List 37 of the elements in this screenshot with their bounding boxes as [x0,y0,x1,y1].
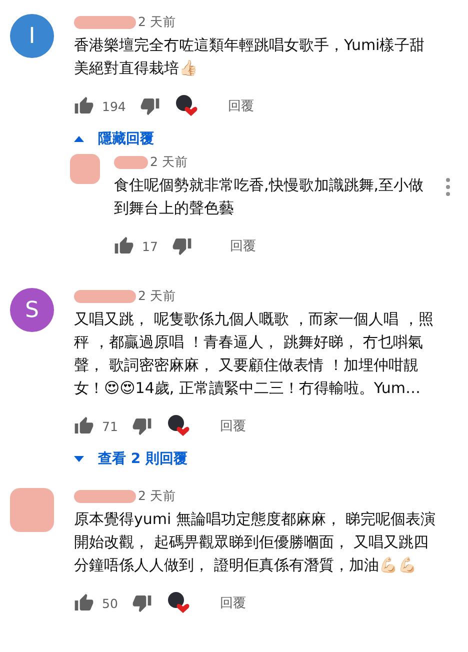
thumbs-down-icon[interactable] [132,416,152,436]
avatar[interactable]: I [10,14,54,58]
caret-icon [74,456,84,462]
like-count: 50 [102,596,118,610]
timestamp: 2 天前 [150,154,188,170]
reply-button[interactable]: 回覆 [220,594,246,612]
thumbs-up-icon[interactable] [114,236,134,256]
replies-toggle[interactable]: 查看 2 則回覆 [74,450,192,468]
more-options-icon[interactable] [446,178,450,196]
like-count: 71 [102,418,118,434]
redacted-avatar [10,488,54,532]
thumbs-up-icon[interactable] [74,593,94,613]
redacted-username [74,16,136,28]
reply-button[interactable]: 回覆 [220,417,246,435]
comment-text: 原本覺得yumi 無論唱功定態度都麻麻， 睇完呢個表演開始改觀， 起碼畀觀眾睇到佢優勝嗰面， 又唱又跳四分鐘唔係人人做到， 證明佢真係有潛質，加油💪🏻💪🏻 [74,509,436,576]
thumbs-down-icon[interactable] [172,236,192,256]
like-count: 17 [142,238,158,254]
reply-text: 食住呢個勢就非常吃香,快慢歌加識跳舞,至小做到舞台上的聲色藝 [114,175,425,219]
timestamp: 2 天前 [138,14,176,30]
replies-toggle[interactable]: 隱藏回覆 [74,130,158,148]
comment-text: 香港樂壇完全冇咗這類年輕跳唱女歌手，Yumi樣子甜美絕對直得栽培👍🏻 [74,35,426,79]
avatar[interactable]: S [10,288,54,332]
thumbs-down-icon[interactable] [132,593,152,613]
redacted-username [74,290,136,302]
comment-text: 又唱又跳， 呢隻歌係九個人嘅歌 ，而家一個人唱 ，照秤 ，都贏過原唱 ！青春逼人， 跳舞好睇， 冇乜唞氣聲， 歌詞密密麻麻， 又要顧住做表情 ！加埋仲咁靚女！😍😍14歲, 正常讀緊中二三！冇得輸啦。Yum… [74,309,434,399]
caret-icon [74,136,84,142]
reply-button[interactable]: 回覆 [228,97,254,115]
timestamp: 2 天前 [138,488,176,504]
timestamp: 2 天前 [138,288,176,304]
like-count: 194 [102,98,126,114]
redacted-username [74,490,136,502]
thumbs-up-icon[interactable] [74,96,94,116]
reply-button[interactable]: 回覆 [230,237,256,255]
thumbs-up-icon[interactable] [74,416,94,436]
thumbs-down-icon[interactable] [140,96,160,116]
redacted-username [114,156,148,168]
redacted-avatar [70,154,100,184]
